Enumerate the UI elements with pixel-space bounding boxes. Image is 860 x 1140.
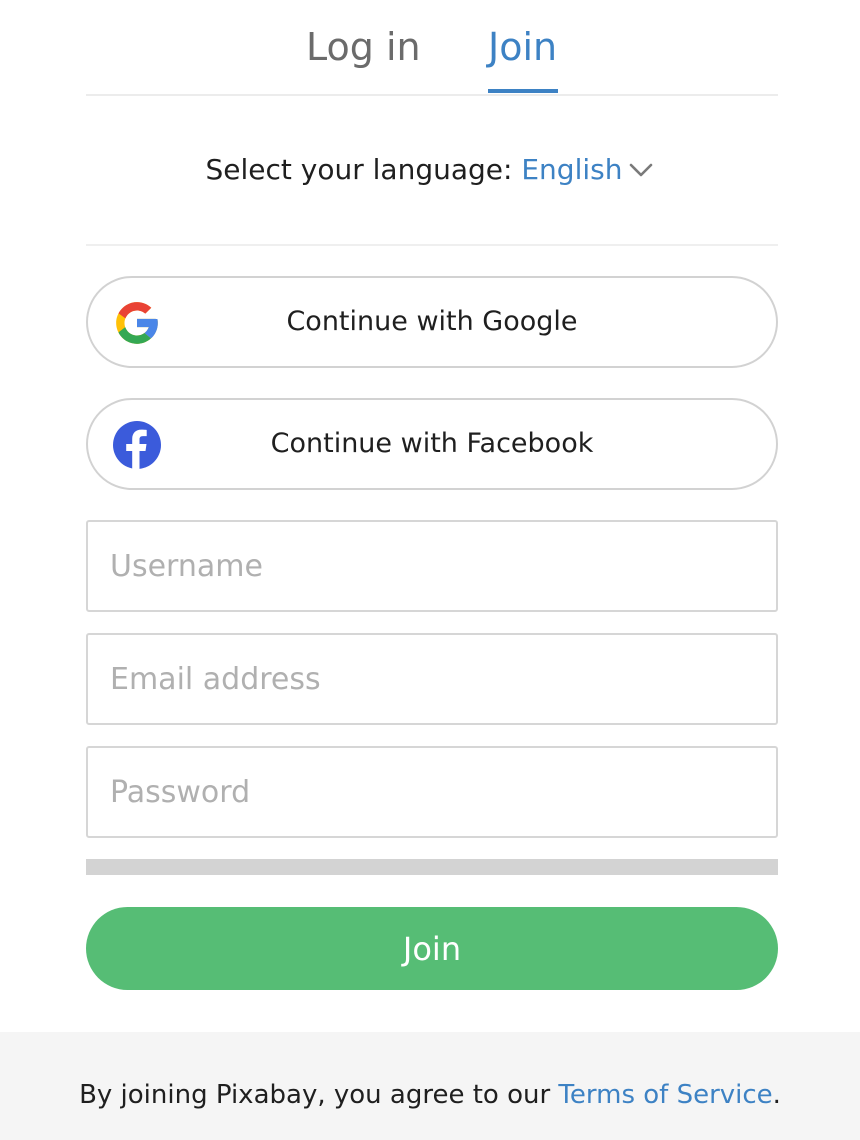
- section-divider: [86, 244, 778, 246]
- join-submit-button[interactable]: Join: [86, 907, 778, 990]
- username-input[interactable]: [86, 520, 778, 612]
- continue-with-google-button[interactable]: Continue with Google: [86, 276, 778, 368]
- terms-of-service-link[interactable]: Terms of Service: [558, 1080, 772, 1110]
- join-page: Log in Join Select your language: Englis…: [0, 0, 860, 1140]
- language-prompt: Select your language:: [205, 153, 513, 186]
- language-selected: English: [521, 153, 623, 186]
- continue-with-google-label: Continue with Google: [286, 306, 578, 337]
- language-dropdown[interactable]: English: [521, 153, 654, 186]
- email-input[interactable]: [86, 633, 778, 725]
- password-input[interactable]: [86, 746, 778, 838]
- language-selector-row: Select your language: English: [0, 150, 860, 190]
- terms-suffix: .: [772, 1080, 781, 1110]
- footer: By joining Pixabay, you agree to our Ter…: [0, 1032, 860, 1140]
- tab-join[interactable]: Join: [488, 22, 557, 72]
- continue-with-facebook-label: Continue with Facebook: [270, 428, 594, 459]
- continue-with-facebook-button[interactable]: Continue with Facebook: [86, 398, 778, 490]
- auth-tabs: Log in Join: [86, 0, 778, 96]
- chevron-down-icon: [628, 149, 654, 189]
- active-tab-indicator: [488, 89, 558, 93]
- password-strength-bar: [86, 859, 778, 875]
- tab-login[interactable]: Log in: [306, 22, 421, 72]
- terms-notice: By joining Pixabay, you agree to our Ter…: [0, 1076, 860, 1114]
- terms-prefix: By joining Pixabay, you agree to our: [79, 1080, 551, 1110]
